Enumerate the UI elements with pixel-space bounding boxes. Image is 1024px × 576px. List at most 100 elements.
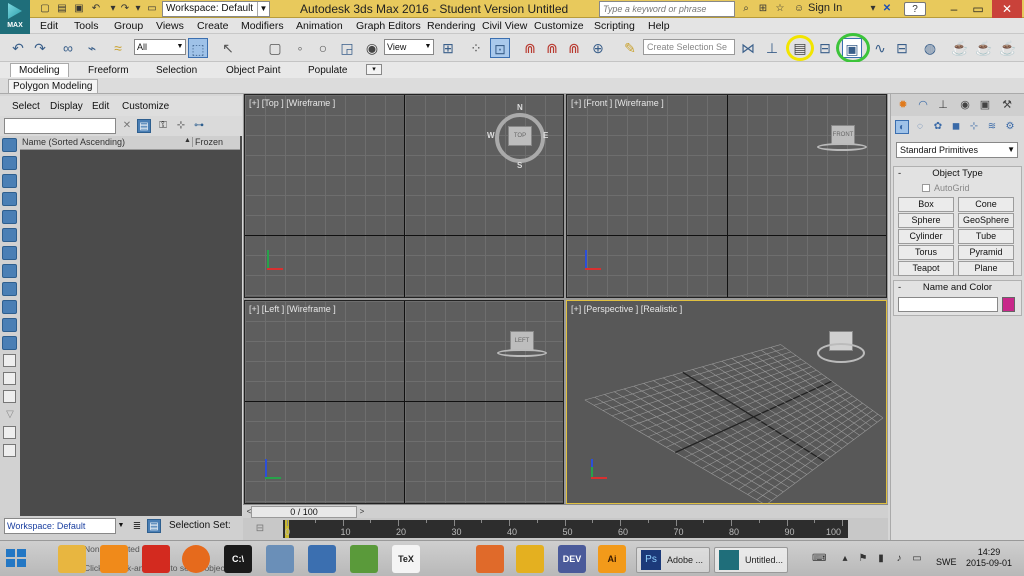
devc-icon[interactable]: DEV bbox=[558, 545, 586, 573]
favorites-star-icon[interactable]: ☆ bbox=[773, 2, 787, 16]
menu-create[interactable]: Create bbox=[197, 20, 229, 32]
remote-desktop-icon[interactable] bbox=[308, 545, 336, 573]
unlink-icon[interactable]: ⌁ bbox=[82, 38, 102, 58]
chevron-down-icon[interactable]: ▼ bbox=[116, 518, 126, 534]
new-file-icon[interactable]: ▢ bbox=[38, 2, 52, 16]
redo-dropdown-icon[interactable]: ▾ bbox=[131, 2, 145, 16]
volume-icon[interactable]: ♪ bbox=[892, 552, 906, 566]
ribbon-options-dropdown[interactable]: ▾ bbox=[366, 64, 382, 75]
menu-tools[interactable]: Tools bbox=[74, 20, 99, 32]
motion-tab-icon[interactable]: ◉ bbox=[957, 97, 973, 113]
column-frozen-header[interactable]: Frozen bbox=[192, 137, 223, 147]
lights-icon[interactable]: ✿ bbox=[931, 120, 945, 134]
autogrid-checkbox[interactable]: AutoGrid bbox=[922, 183, 970, 193]
menu-graph-editors[interactable]: Graph Editors bbox=[356, 20, 421, 32]
object-name-input[interactable] bbox=[898, 297, 998, 312]
display-spacewarps-icon[interactable] bbox=[2, 246, 17, 260]
tray-chevron-icon[interactable]: ▴ bbox=[838, 552, 852, 566]
select-manipulate-icon[interactable]: ⁘ bbox=[466, 38, 486, 58]
application-menu-button[interactable]: MAX bbox=[0, 0, 30, 34]
spinner-snap-icon[interactable]: ⊕ bbox=[588, 38, 608, 58]
snaps-toggle-icon[interactable]: ⋒ bbox=[520, 38, 540, 58]
subscription-icon[interactable]: ⊞ bbox=[756, 2, 770, 16]
vlc-icon[interactable] bbox=[100, 545, 128, 573]
matlab-icon[interactable] bbox=[476, 545, 504, 573]
display-helpers-icon[interactable] bbox=[2, 228, 17, 242]
tab-selection[interactable]: Selection bbox=[156, 65, 197, 76]
menu-edit[interactable]: Edit bbox=[40, 20, 58, 32]
select-rotate-icon[interactable]: ◲ bbox=[337, 38, 357, 58]
taskbar-window-photoshop[interactable]: Ps Adobe ... bbox=[636, 547, 710, 573]
create-tab-icon[interactable]: ✹ bbox=[895, 97, 911, 113]
edit-named-selection-icon[interactable]: ✎ bbox=[620, 38, 640, 58]
display-xrefs-icon[interactable] bbox=[2, 282, 17, 296]
layers-stack-icon[interactable]: ≣ bbox=[130, 520, 144, 534]
graphite-tools-icon[interactable]: ⊟ bbox=[815, 38, 835, 58]
viewport-label[interactable]: [+] [Top ] [Wireframe ] bbox=[249, 98, 335, 108]
hierarchy-tab-icon[interactable]: ⊥ bbox=[935, 97, 951, 113]
geometry-icon[interactable]: ◐ bbox=[895, 120, 909, 134]
sign-in-button[interactable]: Sign In bbox=[808, 2, 842, 14]
tube-button[interactable]: Tube bbox=[958, 229, 1014, 244]
lock-icon[interactable]: ⚿ bbox=[156, 119, 170, 133]
firefox-icon[interactable] bbox=[182, 545, 210, 573]
hierarchy-icon[interactable]: ⊹ bbox=[174, 119, 188, 133]
link-icon[interactable]: ∞ bbox=[58, 38, 78, 58]
rectangular-selection-icon[interactable]: ▢ bbox=[265, 38, 285, 58]
find-case-icon[interactable] bbox=[3, 426, 16, 439]
menu-scripting[interactable]: Scripting bbox=[594, 20, 635, 32]
pivot-center-icon[interactable]: ⊞ bbox=[438, 38, 458, 58]
workspace-dropdown[interactable]: Workspace: Default ▼ bbox=[162, 1, 270, 17]
display-shapes-icon[interactable] bbox=[2, 174, 17, 188]
visual-studio-icon[interactable] bbox=[516, 545, 544, 573]
track-ruler[interactable]: 0 10 20 30 40 50 60 70 80 90 100 bbox=[283, 520, 848, 538]
cone-button[interactable]: Cone bbox=[958, 197, 1014, 212]
torus-button[interactable]: Torus bbox=[898, 245, 954, 260]
viewport-label[interactable]: [+] [Perspective ] [Realistic ] bbox=[571, 304, 682, 314]
open-file-icon[interactable]: ▤ bbox=[55, 2, 69, 16]
layers-icon[interactable]: ⊶ bbox=[192, 119, 206, 133]
tab-populate[interactable]: Populate bbox=[308, 65, 347, 76]
material-editor-icon[interactable]: ⊟ bbox=[892, 38, 912, 58]
modify-tab-icon[interactable]: ◠ bbox=[915, 97, 931, 113]
select-scale-icon[interactable]: ◉ bbox=[362, 38, 382, 58]
filter-funnel-icon[interactable]: ▽ bbox=[3, 408, 17, 422]
terminal-icon[interactable]: C:\ bbox=[224, 545, 252, 573]
viewcube[interactable]: TOP bbox=[508, 126, 532, 146]
utilities-tab-icon[interactable]: ⚒ bbox=[999, 97, 1015, 113]
helpers-icon[interactable]: ⊹ bbox=[967, 120, 981, 134]
viewport-front[interactable]: [+] [Front ] [Wireframe ] FRONT bbox=[566, 94, 887, 298]
file-explorer-icon[interactable] bbox=[58, 545, 86, 573]
explorer-menu-display[interactable]: Display bbox=[50, 101, 83, 112]
shapes-icon[interactable]: ◌ bbox=[913, 120, 927, 134]
user-icon[interactable]: ☺ bbox=[792, 2, 806, 16]
menu-views[interactable]: Views bbox=[156, 20, 184, 32]
mini-curve-editor-icon[interactable]: ⊟ bbox=[253, 522, 267, 536]
select-object-icon[interactable]: ⬚ bbox=[188, 38, 208, 58]
undo-icon[interactable]: ↶ bbox=[89, 2, 103, 16]
explorer-search-input[interactable] bbox=[4, 118, 116, 134]
viewport-top[interactable]: [+] [Top ] [Wireframe ] N S E W TOP bbox=[244, 94, 564, 298]
redo-icon[interactable]: ↷ bbox=[30, 38, 50, 58]
selection-filter-dropdown[interactable]: All ▼ bbox=[134, 39, 186, 55]
save-icon[interactable]: ▣ bbox=[72, 2, 86, 16]
rollout-header[interactable]: - Object Type bbox=[894, 167, 1021, 181]
explorer-menu-select[interactable]: Select bbox=[12, 101, 40, 112]
maximize-button[interactable]: ▭ bbox=[966, 0, 990, 18]
tab-modeling[interactable]: Modeling bbox=[10, 63, 69, 77]
geosphere-button[interactable]: GeoSphere bbox=[958, 213, 1014, 228]
explorer-menu-edit[interactable]: Edit bbox=[92, 101, 109, 112]
tab-freeform[interactable]: Freeform bbox=[88, 65, 129, 76]
display-lights-icon[interactable] bbox=[2, 192, 17, 206]
system-clock[interactable]: 14:29 2015-09-01 bbox=[966, 547, 1012, 569]
redo-icon[interactable]: ↷ bbox=[118, 2, 132, 16]
project-folder-icon[interactable]: ▭ bbox=[145, 2, 159, 16]
select-all-icon[interactable] bbox=[3, 354, 16, 367]
menu-group[interactable]: Group bbox=[114, 20, 143, 32]
display-bones-icon[interactable] bbox=[2, 300, 17, 314]
menu-modifiers[interactable]: Modifiers bbox=[241, 20, 284, 32]
select-by-name-icon[interactable]: ↖ bbox=[218, 38, 238, 58]
menu-customize[interactable]: Customize bbox=[534, 20, 584, 32]
display-cameras-icon[interactable] bbox=[2, 210, 17, 224]
display-geometry-icon[interactable] bbox=[2, 156, 17, 170]
